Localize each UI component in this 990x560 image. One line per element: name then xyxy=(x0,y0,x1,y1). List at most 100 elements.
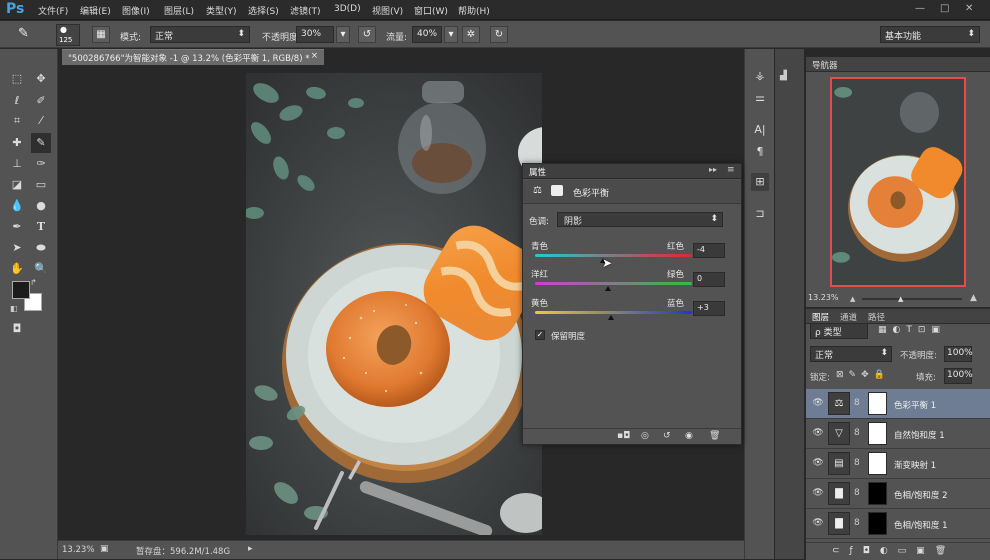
layer-mask-thumbnail[interactable] xyxy=(868,482,887,505)
layer-filter-select[interactable]: ρ 类型 xyxy=(810,323,868,339)
default-colors-icon[interactable]: ◧ xyxy=(10,304,18,313)
opacity-field[interactable]: 30% xyxy=(296,26,334,43)
clip-to-layer-icon[interactable]: ▪◘ xyxy=(617,431,630,441)
eyedropper-icon[interactable]: ⁄ xyxy=(31,111,51,131)
swap-colors-icon[interactable]: ↱ xyxy=(30,278,37,287)
menu-filter[interactable]: 滤镜(T) xyxy=(290,4,321,17)
navigator-preview[interactable] xyxy=(830,77,966,287)
pressure-size-icon[interactable]: ↻ xyxy=(490,26,508,43)
brush-settings-icon[interactable]: ⚌ xyxy=(751,89,769,107)
collapse-icon[interactable]: ▸▸ xyxy=(709,165,717,174)
navigator-zoom[interactable]: 13.23% xyxy=(808,293,839,302)
menu-type[interactable]: 类型(Y) xyxy=(206,4,237,17)
healing-brush-icon[interactable]: ✚ xyxy=(7,133,27,153)
quick-mask-icon[interactable]: ◘ xyxy=(7,319,27,339)
workspace-switcher[interactable]: 基本功能 ⬍ xyxy=(880,26,980,43)
foreground-color-swatch[interactable] xyxy=(12,281,30,299)
lasso-tool-icon[interactable]: ℓ xyxy=(7,91,27,111)
menu-window[interactable]: 窗口(W) xyxy=(414,4,448,17)
mode-select[interactable]: 正常 ⬍ xyxy=(150,26,250,43)
tone-select[interactable]: 阴影 ⬍ xyxy=(557,212,723,227)
brush-tool-icon[interactable]: ✎ xyxy=(31,133,51,153)
lock-icons[interactable]: ⊠✎✥🔒 xyxy=(836,370,890,380)
menu-edit[interactable]: 编辑(E) xyxy=(80,4,111,17)
zoom-level[interactable]: 13.23% xyxy=(62,545,94,555)
layer-mask-thumbnail[interactable] xyxy=(868,422,887,445)
cyan-red-slider[interactable] xyxy=(535,254,692,257)
flow-dropdown-icon[interactable]: ▾ xyxy=(444,26,458,43)
hand-tool-icon[interactable]: ✋ xyxy=(7,259,27,279)
layer-row[interactable]: 👁 ⚖ 8 色彩平衡 1 xyxy=(806,389,990,419)
yellow-blue-thumb[interactable] xyxy=(608,315,614,320)
histogram-icon[interactable]: ▟ xyxy=(780,71,798,81)
visibility-eye-icon[interactable]: 👁 xyxy=(812,398,824,410)
gradient-icon[interactable]: ▭ xyxy=(31,175,51,195)
cyan-red-value-field[interactable]: -4 xyxy=(693,243,725,258)
layer-row[interactable]: 👁 ▤ 8 渐变映射 1 xyxy=(806,449,990,479)
layer-row[interactable]: 👁 ▇ 8 色相/饱和度 2 xyxy=(806,479,990,509)
character-icon[interactable]: A| xyxy=(751,121,769,139)
layer-row[interactable]: 👁 ▇ 8 色相/饱和度 1 xyxy=(806,509,990,539)
dodge-icon[interactable]: ● xyxy=(31,196,51,216)
marquee-tool-icon[interactable]: ⬚ xyxy=(7,69,27,89)
menu-image[interactable]: 图像(I) xyxy=(122,4,150,17)
menu-help[interactable]: 帮助(H) xyxy=(458,4,490,17)
status-menu-icon[interactable]: ▸ xyxy=(248,544,253,554)
zoom-in-icon[interactable]: ▲ xyxy=(970,293,977,303)
brush-presets-icon[interactable]: ⚶ xyxy=(751,67,769,85)
layer-row[interactable]: 👁 ▽ 8 自然饱和度 1 xyxy=(806,419,990,449)
menu-layer[interactable]: 图层(L) xyxy=(164,4,194,17)
preserve-luminosity-checkbox[interactable]: ✓ xyxy=(535,330,545,340)
visibility-eye-icon[interactable]: 👁 xyxy=(812,518,824,530)
mask-icon[interactable] xyxy=(551,185,563,196)
menu-view[interactable]: 视图(V) xyxy=(372,4,403,17)
layers-footer-icons[interactable]: ⊂ƒ◘◐▭▣🗑 xyxy=(832,546,956,556)
brush-panel-icon[interactable]: ▦ xyxy=(92,26,110,43)
layer-mask-thumbnail[interactable] xyxy=(868,512,887,535)
visibility-eye-icon[interactable]: 👁 xyxy=(812,428,824,440)
eraser-icon[interactable]: ◪ xyxy=(7,175,27,195)
layer-mask-thumbnail[interactable] xyxy=(868,392,887,415)
zoom-tool-icon[interactable]: 🔍 xyxy=(31,259,51,279)
view-previous-icon[interactable]: ◎ xyxy=(641,431,649,441)
yellow-blue-slider[interactable] xyxy=(535,311,692,314)
fill-field[interactable]: 100% xyxy=(944,368,973,384)
layer-filter-icons[interactable]: ▦◐T⊡▣ xyxy=(878,325,946,335)
airbrush-icon[interactable]: ✲ xyxy=(462,26,480,43)
magenta-green-thumb[interactable] xyxy=(605,286,611,291)
properties-tab-bar[interactable]: 属性 ▸▸ ≡ xyxy=(523,164,741,179)
navigator-zoom-slider[interactable] xyxy=(862,298,962,300)
layer-opacity-field[interactable]: 100% xyxy=(944,346,973,362)
menu-3d[interactable]: 3D(D) xyxy=(334,4,361,14)
magenta-green-value-field[interactable]: 0 xyxy=(693,272,725,287)
magenta-green-slider[interactable] xyxy=(535,282,692,285)
clone-stamp-icon[interactable]: ⊥ xyxy=(7,154,27,174)
close-icon[interactable]: ✕ xyxy=(965,3,973,14)
move-tool-icon[interactable]: ✥ xyxy=(31,69,51,89)
blur-icon[interactable]: 💧 xyxy=(7,196,27,216)
close-tab-icon[interactable]: × xyxy=(311,51,318,61)
restore-icon[interactable]: □ xyxy=(940,3,949,14)
zoom-out-icon[interactable]: ▲ xyxy=(850,295,858,303)
crop-tool-icon[interactable]: ⌗ xyxy=(7,111,27,131)
properties-icon[interactable]: ⊞ xyxy=(751,173,769,191)
visibility-eye-icon[interactable]: ◉ xyxy=(685,431,693,441)
trash-icon[interactable]: 🗑 xyxy=(709,431,720,441)
tab-paths[interactable]: 路径 xyxy=(868,311,885,323)
reset-icon[interactable]: ↺ xyxy=(663,431,671,441)
brush-tool-icon[interactable]: ✎ xyxy=(18,26,29,41)
document-canvas-image[interactable] xyxy=(246,73,542,535)
yellow-blue-value-field[interactable]: +3 xyxy=(693,301,725,316)
brush-preset-picker[interactable]: ● 125 xyxy=(56,24,80,46)
properties-tab[interactable]: 属性 xyxy=(529,166,546,178)
minimize-icon[interactable]: — xyxy=(915,3,925,14)
opacity-dropdown-icon[interactable]: ▾ xyxy=(336,26,350,43)
quick-select-icon[interactable]: ✐ xyxy=(31,91,51,111)
tab-layers[interactable]: 图层 xyxy=(812,311,829,323)
flow-field[interactable]: 40% xyxy=(412,26,442,43)
history-brush-icon[interactable]: ✑ xyxy=(31,154,51,174)
ellipse-tool-icon[interactable]: ⬬ xyxy=(31,238,51,258)
tab-channels[interactable]: 通道 xyxy=(840,311,857,323)
visibility-eye-icon[interactable]: 👁 xyxy=(812,458,824,470)
navigator-tab[interactable]: 导航器 xyxy=(812,59,838,71)
